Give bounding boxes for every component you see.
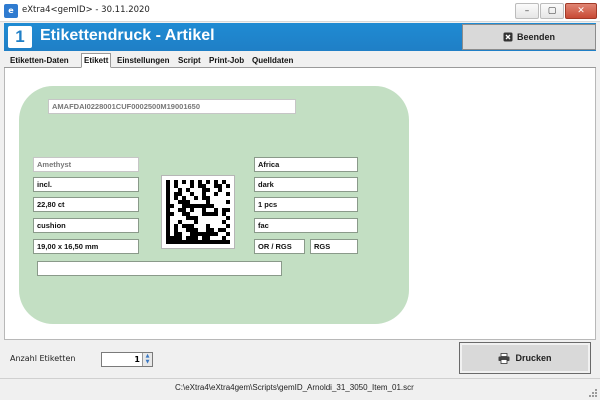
notes-field[interactable]: [37, 261, 282, 276]
label-preview-panel: AMAFDAI0228001CUF0002500M19001650 Amethy…: [4, 68, 596, 340]
datamatrix-icon: [166, 180, 230, 244]
exit-button-label: Beenden: [516, 32, 555, 42]
script-path: C:\eXtra4\eXtra4gem\Scripts\gemID_Arnold…: [175, 383, 414, 392]
status-bar: C:\eXtra4\eXtra4gem\Scripts\gemID_Arnold…: [0, 378, 600, 400]
quantity-field[interactable]: 1 pcs: [254, 197, 358, 212]
inclusion-field[interactable]: incl.: [33, 177, 139, 192]
printer-icon: [498, 352, 510, 364]
window-title: eXtra4<gemID> - 30.11.2020: [22, 5, 150, 15]
tab-etikett[interactable]: Etikett: [81, 53, 112, 68]
label-count-stepper[interactable]: 1 ▲ ▼: [101, 352, 153, 367]
origin-field[interactable]: Africa: [254, 157, 358, 172]
page-title: Etikettendruck - Artikel: [40, 27, 215, 44]
exit-button[interactable]: Beenden: [462, 24, 596, 50]
color-tone-field[interactable]: dark: [254, 177, 358, 192]
step-badge: 1: [8, 26, 32, 48]
label-count-label: Anzahl Etiketten: [10, 354, 76, 363]
tab-quelldaten[interactable]: Quelldaten: [250, 55, 295, 68]
tab-einstellungen[interactable]: Einstellungen: [115, 55, 171, 68]
tab-bar: Etiketten-Daten Etikett Einstellungen Sc…: [4, 53, 596, 68]
label-card: AMAFDAI0228001CUF0002500M19001650 Amethy…: [19, 86, 409, 324]
close-box-icon: [503, 32, 513, 42]
title-bar: e eXtra4<gemID> - 30.11.2020 – ▢ ✕: [0, 0, 600, 22]
print-button[interactable]: Drucken: [459, 342, 591, 374]
app-icon: e: [4, 4, 18, 18]
print-button-label: Drucken: [515, 353, 552, 363]
tab-etiketten-daten[interactable]: Etiketten-Daten: [8, 55, 71, 68]
treatment-code-field[interactable]: RGS: [310, 239, 358, 254]
treatment-field[interactable]: OR / RGS: [254, 239, 305, 254]
stepper-down-icon[interactable]: ▼: [143, 359, 152, 365]
minimize-button[interactable]: –: [515, 3, 539, 19]
app-header: 1 Etikettendruck - Artikel Beenden: [4, 23, 596, 51]
datamatrix-code: [161, 175, 235, 249]
barcode-text-field[interactable]: AMAFDAI0228001CUF0002500M19001650: [48, 99, 296, 114]
stone-name-field[interactable]: Amethyst: [33, 157, 139, 172]
resize-grip-icon[interactable]: [588, 388, 598, 398]
label-count-value[interactable]: 1: [102, 353, 142, 366]
weight-field[interactable]: 22,80 ct: [33, 197, 139, 212]
dimensions-field[interactable]: 19,00 x 16,50 mm: [33, 239, 139, 254]
maximize-button[interactable]: ▢: [540, 3, 564, 19]
tab-script[interactable]: Script: [176, 55, 203, 68]
finish-field[interactable]: fac: [254, 218, 358, 233]
close-button[interactable]: ✕: [565, 3, 597, 19]
stepper-buttons: ▲ ▼: [142, 353, 152, 366]
tab-print-job[interactable]: Print-Job: [207, 55, 246, 68]
cut-field[interactable]: cushion: [33, 218, 139, 233]
